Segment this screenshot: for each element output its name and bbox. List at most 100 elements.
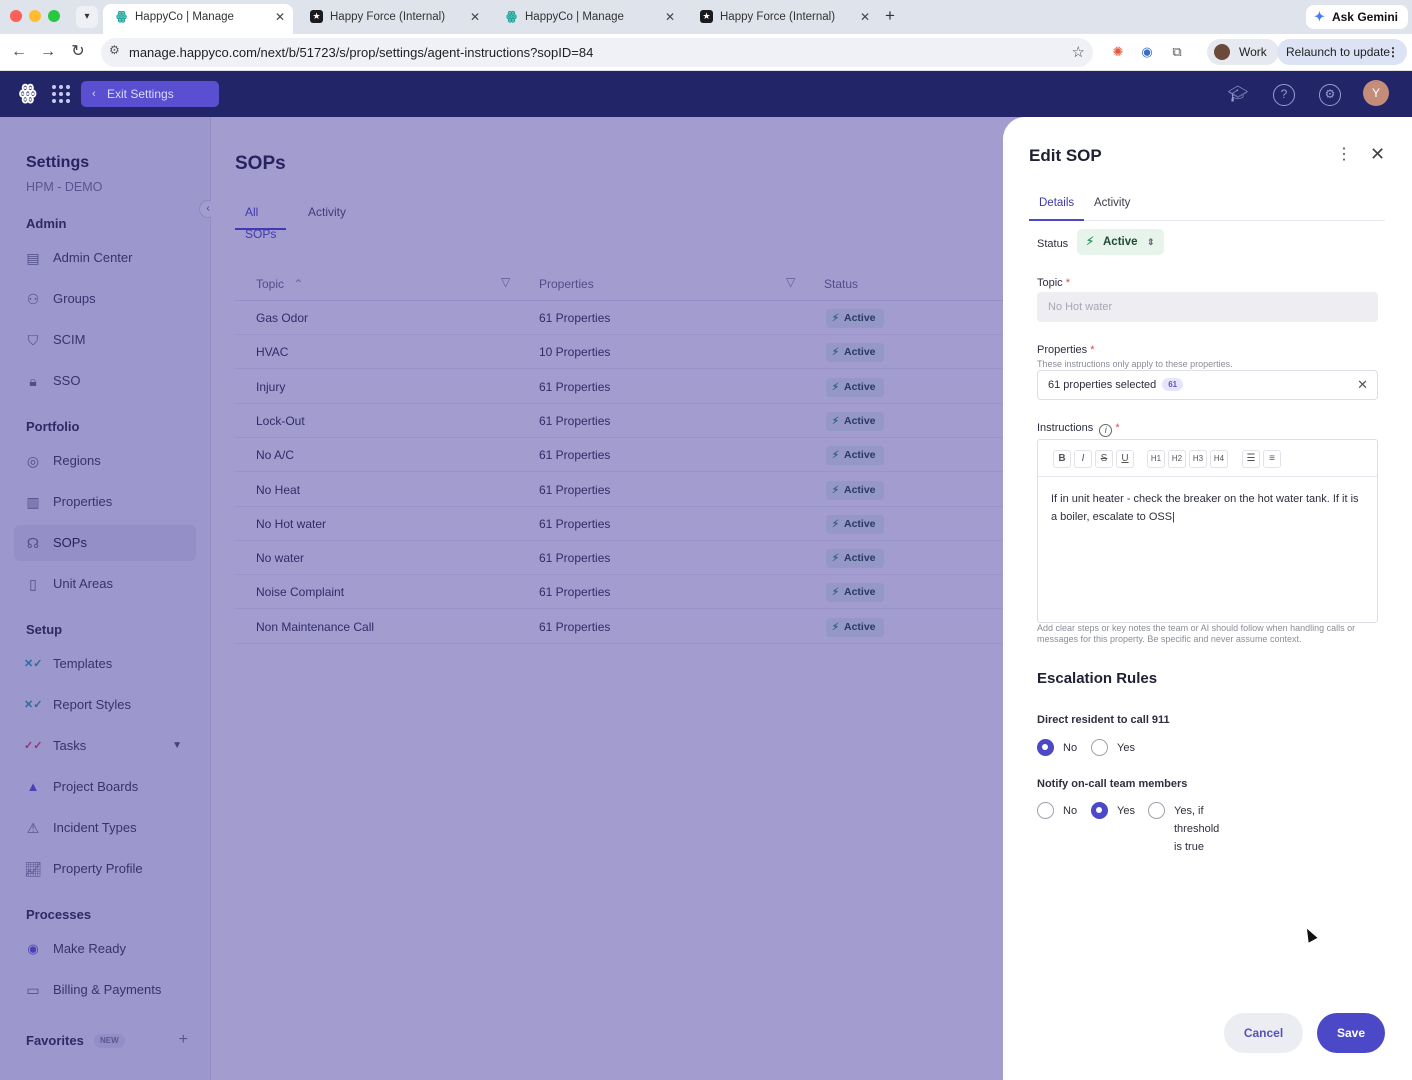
call-911-yes-radio[interactable]: Yes [1091,739,1135,757]
properties-count-badge: 61 [1162,378,1184,391]
radio-label: Yes [1117,805,1135,817]
instructions-hint: Add clear steps or key notes the team or… [1037,623,1356,644]
relaunch-label: Relaunch to update [1286,45,1391,59]
topic-label-text: Topic [1037,277,1063,289]
topic-label: Topic * [1037,277,1070,289]
instructions-editor[interactable]: B I S U H1 H2 H3 H4 ☰ ≡ If in unit heate… [1037,439,1378,623]
browser-tab-title: HappyCo | Manage [525,11,624,23]
call-911-no-radio[interactable]: No [1037,739,1077,757]
save-button[interactable]: Save [1317,1013,1385,1053]
password-manager-icon[interactable]: ◉ [1137,42,1157,62]
happyco-logo-icon: ꙮ [506,9,517,23]
cancel-button[interactable]: Cancel [1224,1013,1303,1053]
close-tab-icon[interactable]: ✕ [275,4,285,30]
url-text: manage.happyco.com/next/b/51723/s/prop/s… [129,45,594,60]
happyco-logo-icon[interactable]: ꙮ [19,82,37,104]
browser-tab-title: Happy Force (Internal) [330,11,446,23]
radio-label: Yes, if threshold is true [1174,805,1220,853]
graduation-cap-icon[interactable]: 🎓︎ [1227,84,1249,106]
clear-selection-icon[interactable]: ✕ [1357,371,1368,399]
browser-tab-strip: ▾ ꙮ HappyCo | Manage ✕ ★ Happy Force (In… [0,0,1412,34]
user-avatar[interactable]: Y [1363,80,1389,106]
notify-yes-radio[interactable]: Yes [1091,802,1135,820]
more-vertical-icon: ⋮ [1387,45,1399,59]
browser-tab[interactable]: ꙮ HappyCo | Manage ✕ [493,4,683,34]
more-vertical-icon[interactable]: ⋮ [1336,147,1352,163]
exit-settings-button[interactable]: ‹ Exit Settings [81,81,219,107]
notify-threshold-radio[interactable]: Yes, if threshold is true [1148,802,1219,853]
heading-4-icon[interactable]: H4 [1210,450,1228,468]
settings-gear-icon[interactable]: ⚙ [1319,84,1341,106]
browser-tab-title: Happy Force (Internal) [720,11,836,23]
extensions-puzzle-icon[interactable]: ⧉ [1167,42,1187,62]
underline-icon[interactable]: U [1116,450,1134,468]
tab-activity[interactable]: Activity [1084,191,1140,221]
close-icon[interactable]: ✕ [1370,145,1385,163]
heading-3-icon[interactable]: H3 [1189,450,1207,468]
profile-avatar [1214,44,1230,60]
edit-sop-panel: Edit SOP ⋮ ✕ Details Activity Status ⚡︎ … [1003,117,1412,1080]
close-tab-icon[interactable]: ✕ [470,4,480,30]
new-tab-icon[interactable]: + [885,4,895,28]
minimize-window-button[interactable] [29,10,41,22]
site-settings-icon[interactable]: ⚙ [109,43,120,57]
bold-icon[interactable]: B [1053,450,1071,468]
heading-2-icon[interactable]: H2 [1168,450,1186,468]
instructions-text[interactable]: If in unit heater - check the breaker on… [1051,491,1366,526]
help-icon[interactable]: ? [1273,84,1295,106]
heading-1-icon[interactable]: H1 [1147,450,1165,468]
browser-tab[interactable]: ★ Happy Force (Internal) ✕ [688,4,878,34]
chevron-up-down-icon: ⇕ [1146,237,1155,247]
relaunch-button[interactable]: Relaunch to update ⋮ [1277,39,1407,65]
close-window-button[interactable] [10,10,22,22]
italic-icon[interactable]: I [1074,450,1092,468]
status-select[interactable]: ⚡︎ Active ⇕ [1077,229,1164,255]
reload-icon[interactable]: ↻ [66,40,90,64]
maximize-window-button[interactable] [48,10,60,22]
gemini-sparkle-icon: ✦ [1313,9,1325,24]
browser-toolbar: ← → ↻ ⚙ manage.happyco.com/next/b/51723/… [0,34,1412,71]
editor-toolbar: B I S U H1 H2 H3 H4 ☰ ≡ [1038,440,1377,477]
tab-details[interactable]: Details [1029,191,1085,221]
required-asterisk: * [1065,277,1071,289]
extension-asterisk-icon[interactable]: ✺ [1108,42,1128,62]
ask-gemini-button[interactable]: ✦ Ask Gemini [1305,5,1408,29]
strikethrough-icon[interactable]: S [1095,450,1113,468]
close-tab-icon[interactable]: ✕ [860,4,870,30]
close-tab-icon[interactable]: ✕ [665,4,675,30]
notify-no-radio[interactable]: No [1037,802,1077,820]
bookmark-star-icon[interactable]: ☆ [1072,38,1085,67]
browser-tab[interactable]: ꙮ HappyCo | Manage ✕ [103,4,293,34]
happyco-logo-icon: ꙮ [116,9,127,23]
profile-label: Work [1239,45,1267,59]
properties-select[interactable]: 61 properties selected 61 ✕ [1037,370,1378,400]
required-asterisk: * [1090,344,1095,356]
info-icon[interactable]: i [1099,424,1113,437]
forward-arrow-icon[interactable]: → [36,40,60,64]
chevron-left-icon: ‹ [92,88,96,100]
happy-force-icon: ★ [700,10,713,23]
panel-tabs: Details Activity [1029,191,1385,221]
profile-button[interactable]: Work [1207,39,1279,65]
properties-hint: These instructions only apply to these p… [1037,359,1233,369]
tab-search-chevron-icon[interactable]: ▾ [76,6,98,28]
panel-title: Edit SOP [1029,146,1102,165]
app-header: ꙮ ‹ Exit Settings 🎓︎ ? ⚙ Y [0,71,1412,117]
required-asterisk: * [1115,422,1120,434]
bullet-list-icon[interactable]: ☰ [1242,450,1260,468]
properties-value: 61 properties selected [1048,379,1157,391]
app-launcher-grid-icon[interactable] [52,85,70,103]
ask-gemini-label: Ask Gemini [1331,10,1398,24]
call-911-label: Direct resident to call 911 [1037,714,1170,726]
lightning-bolt-icon: ⚡︎ [1086,236,1095,248]
status-value: Active [1103,236,1138,248]
notify-label: Notify on-call team members [1037,778,1188,790]
address-bar[interactable]: ⚙ manage.happyco.com/next/b/51723/s/prop… [101,38,1093,67]
numbered-list-icon[interactable]: ≡ [1263,450,1281,468]
back-arrow-icon[interactable]: ← [7,40,31,64]
radio-label: No [1063,742,1078,754]
instructions-label-text: Instructions [1037,422,1094,434]
topic-input[interactable]: No Hot water [1037,292,1378,322]
browser-tab[interactable]: ★ Happy Force (Internal) ✕ [298,4,488,34]
properties-label: Properties * [1037,344,1094,356]
